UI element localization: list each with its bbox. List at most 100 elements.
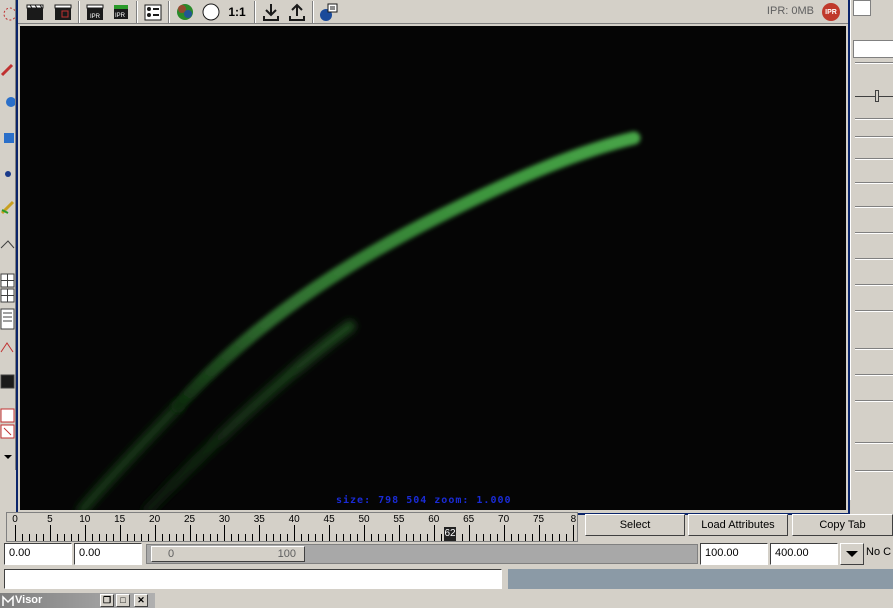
layout-render-icon[interactable] <box>0 408 15 423</box>
time-tick <box>482 534 484 541</box>
time-tick <box>350 534 352 541</box>
time-tick <box>105 534 107 541</box>
maximize-window-icon[interactable]: □ <box>116 594 130 607</box>
time-tick <box>552 534 554 541</box>
restore-window-icon[interactable]: ❐ <box>100 594 114 607</box>
time-tick <box>315 534 317 541</box>
time-tick <box>573 525 575 541</box>
attribute-panel-edge <box>850 0 893 500</box>
ratio-label: 1:1 <box>228 5 246 19</box>
start-time-field[interactable]: 0.00 <box>4 543 72 565</box>
playback-end-field[interactable]: 100.00 <box>700 543 768 565</box>
display-alpha-icon[interactable] <box>200 1 222 23</box>
visor-title: Visor <box>15 594 43 606</box>
time-tick <box>461 534 463 541</box>
range-slider[interactable]: 0 100 <box>146 544 698 564</box>
panel-divider <box>855 348 893 350</box>
layout-four-icon[interactable] <box>0 273 15 288</box>
time-tick <box>475 534 477 541</box>
panel-divider <box>855 284 893 286</box>
time-tick <box>49 525 51 541</box>
time-tick <box>559 534 561 541</box>
time-tick-label: 25 <box>183 514 196 525</box>
time-tick <box>189 525 191 541</box>
ipr-refresh-icon[interactable]: IPR <box>110 1 132 23</box>
svg-text:IPR: IPR <box>115 13 126 19</box>
time-tick <box>238 534 240 541</box>
redo-render-icon[interactable] <box>24 1 46 23</box>
time-tick <box>140 534 142 541</box>
time-tick-label: 0 <box>12 514 18 525</box>
time-tick <box>524 534 526 541</box>
time-tick <box>531 534 533 541</box>
render-log-icon[interactable] <box>318 1 340 23</box>
visor-title-bar[interactable]: Visor ❐ □ ✕ <box>0 593 155 608</box>
panel-slider-handle[interactable] <box>875 90 879 102</box>
select-button[interactable]: Select <box>585 514 685 536</box>
command-line-input[interactable] <box>4 569 502 589</box>
time-tick <box>217 534 219 541</box>
manipulator-tool-icon[interactable] <box>0 166 15 181</box>
rotate-tool-icon[interactable] <box>0 94 16 109</box>
time-tick <box>294 525 296 541</box>
display-rgb-icon[interactable] <box>174 1 196 23</box>
time-tick <box>266 534 268 541</box>
end-time-field[interactable]: 400.00 <box>770 543 838 565</box>
layout-graph-icon[interactable] <box>0 340 15 355</box>
time-tick <box>182 534 184 541</box>
scale-tool-icon[interactable] <box>0 130 15 145</box>
render-region-icon[interactable] <box>52 1 74 23</box>
time-tick <box>15 525 16 541</box>
time-tick-label: 10 <box>79 514 91 525</box>
ipr-render-icon[interactable]: IPR <box>84 1 106 23</box>
shelf-expand-icon[interactable] <box>0 448 15 463</box>
layout-custom-icon[interactable] <box>0 424 15 439</box>
layout-outliner-icon[interactable] <box>0 308 15 330</box>
panel-field[interactable] <box>853 40 893 58</box>
render-settings-icon[interactable] <box>142 1 164 23</box>
time-tick <box>280 534 282 541</box>
panel-divider <box>855 470 893 472</box>
time-tick <box>412 534 414 541</box>
render-viewport[interactable]: size: 798 504 zoom: 1.000 <box>20 26 846 510</box>
playback-start-field[interactable]: 0.00 <box>74 543 142 565</box>
lasso-tool-icon[interactable] <box>0 6 17 21</box>
load-attributes-button[interactable]: Load Attributes <box>688 514 788 536</box>
panel-divider <box>855 62 893 64</box>
time-tick <box>84 525 86 541</box>
time-tick <box>489 534 491 541</box>
ipr-status-badge[interactable]: IPR <box>822 3 840 21</box>
range-slider-handle[interactable]: 0 100 <box>151 546 305 562</box>
close-window-icon[interactable]: ✕ <box>134 594 148 607</box>
time-tick <box>566 534 568 541</box>
time-tick <box>161 534 163 541</box>
time-tick <box>42 534 44 541</box>
toolbar-separator <box>78 1 80 23</box>
time-tick <box>538 525 540 541</box>
soft-mod-tool-icon[interactable] <box>0 200 15 215</box>
panel-checkbox[interactable] <box>853 0 871 16</box>
time-tick <box>147 534 149 541</box>
time-slider[interactable]: 0 5 10 15 20 25 30 35 40 45 50 55 60 65 70 75 8 62 <box>6 512 578 542</box>
time-tick-label: 35 <box>253 514 265 525</box>
time-tick <box>357 534 359 541</box>
time-tick <box>398 525 400 541</box>
render-toolbar: IPR IPR 1:1 IPR: 0MB IPR <box>18 0 848 24</box>
panel-divider <box>855 158 893 160</box>
real-size-button[interactable]: 1:1 <box>226 1 248 23</box>
time-tick <box>28 534 30 541</box>
time-tick <box>98 534 100 541</box>
layout-single-icon[interactable] <box>0 240 15 255</box>
layout-hypergraph-icon[interactable] <box>0 374 15 389</box>
move-tool-icon[interactable] <box>0 62 15 77</box>
panel-divider <box>855 118 893 120</box>
layout-quad-icon[interactable] <box>0 288 15 303</box>
time-tick <box>301 534 303 541</box>
remove-image-icon[interactable] <box>286 1 308 23</box>
rendered-image <box>77 131 641 510</box>
options-dropdown-button[interactable] <box>840 543 864 565</box>
keep-image-icon[interactable] <box>260 1 282 23</box>
copy-tab-button[interactable]: Copy Tab <box>792 514 893 536</box>
current-frame-marker[interactable]: 62 <box>444 527 456 541</box>
time-tick <box>517 534 519 541</box>
